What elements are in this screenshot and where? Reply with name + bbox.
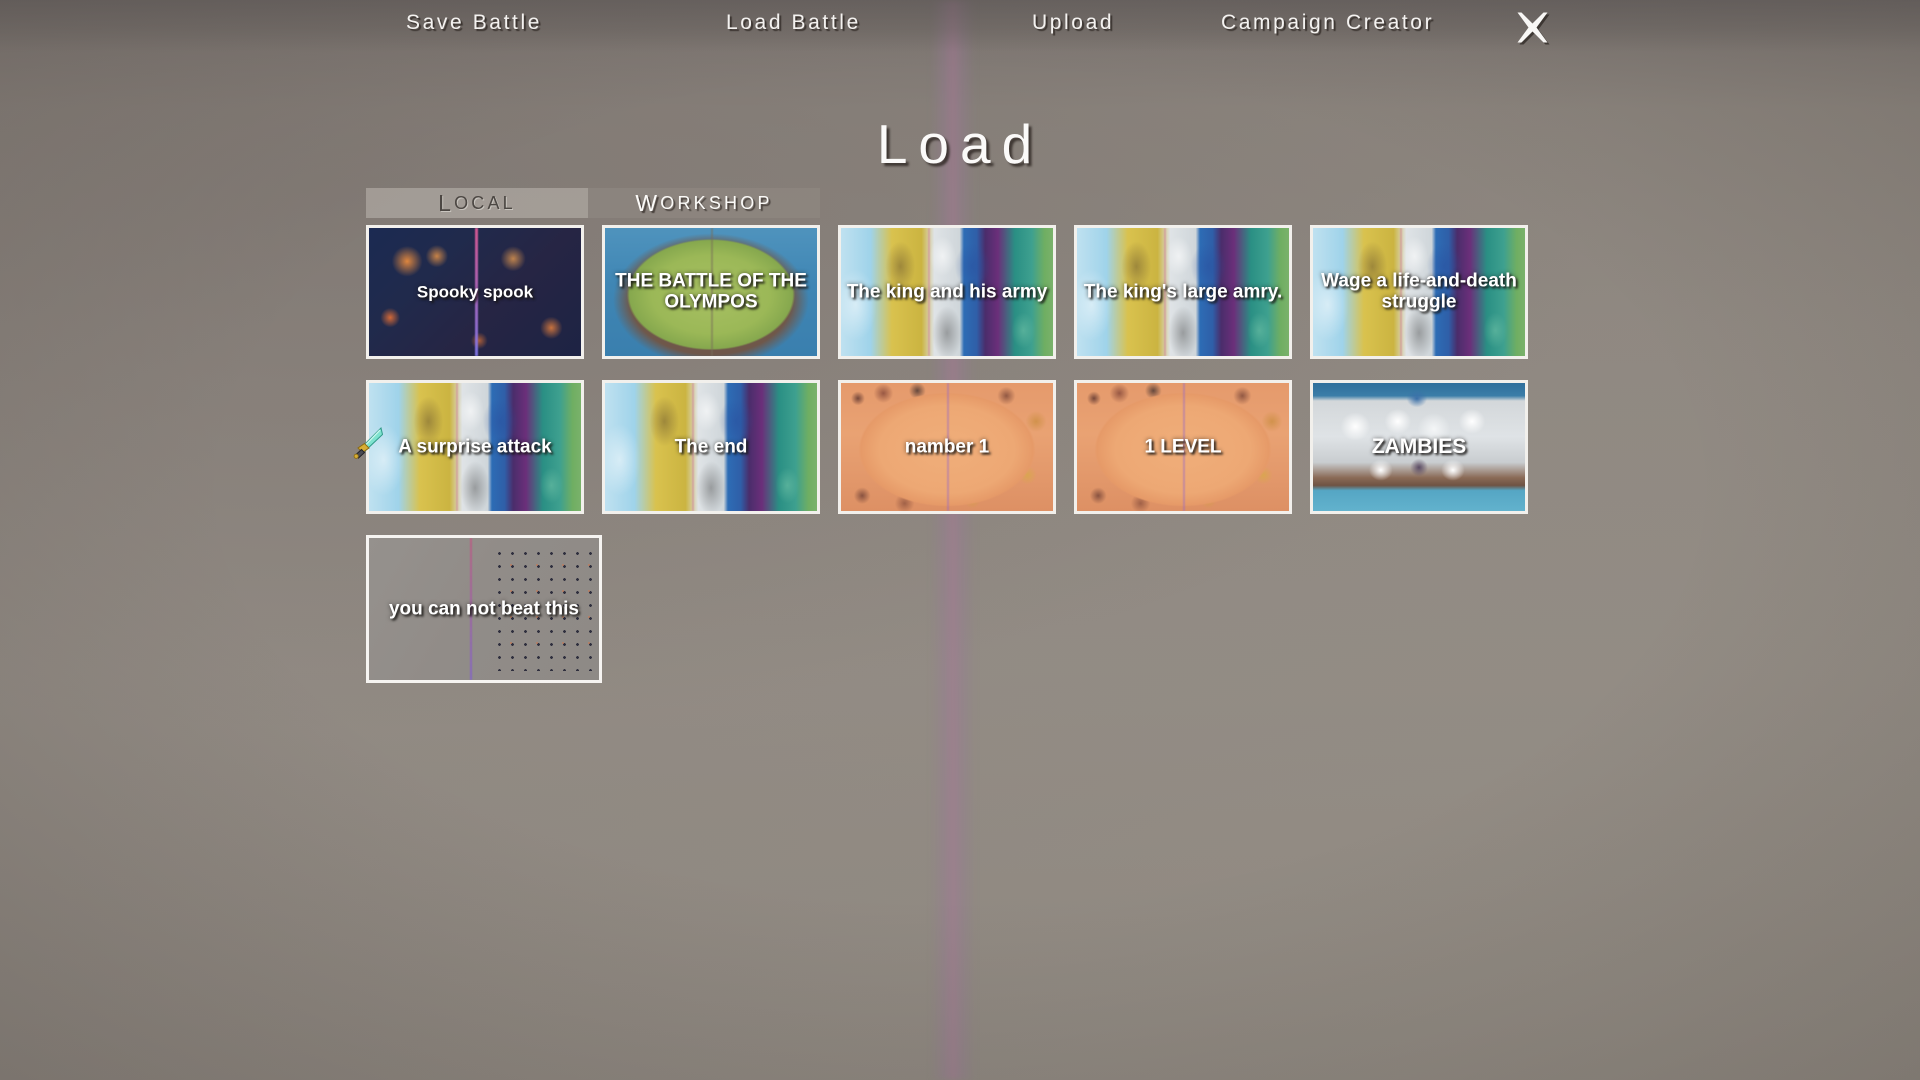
battle-card-a-surprise-attack[interactable]: A surprise attack xyxy=(366,380,584,514)
battle-grid-row: Spooky spook THE BATTLE OF THE OLYMPOS T… xyxy=(366,225,1576,359)
battle-card-label: The king and his army xyxy=(846,281,1048,303)
topnav: Save Battle Load Battle Upload Campaign … xyxy=(0,0,1920,52)
battle-card-the-end[interactable]: The end xyxy=(602,380,820,514)
battle-card-label: THE BATTLE OF THE OLYMPOS xyxy=(615,270,807,313)
battle-card-label: you can not beat this xyxy=(388,598,580,620)
battle-card-wage-life-and-death-struggle[interactable]: Wage a life-and-death struggle xyxy=(1310,225,1528,359)
tab-local[interactable]: L OCAL xyxy=(366,188,588,218)
battle-card-label: The king's large amry. xyxy=(1083,281,1283,303)
battle-card-label: The end xyxy=(674,436,748,458)
nav-item-upload[interactable]: Upload xyxy=(1032,11,1114,35)
battle-card-namber-1[interactable]: namber 1 xyxy=(838,380,1056,514)
tab-bar: L OCAL W ORKSHOP xyxy=(366,188,820,218)
battle-card-1-level[interactable]: 1 LEVEL xyxy=(1074,380,1292,514)
battle-grid: Spooky spook THE BATTLE OF THE OLYMPOS T… xyxy=(366,225,1576,683)
tab-local-label: OCAL xyxy=(454,192,516,213)
battle-grid-row: A surprise attack The end namber 1 1 LEV… xyxy=(366,380,1576,514)
battle-card-label: A surprise attack xyxy=(398,436,552,458)
battle-card-label: namber 1 xyxy=(904,436,990,458)
nav-item-load-battle[interactable]: Load Battle xyxy=(726,11,861,35)
battle-card-you-can-not-beat-this[interactable]: you can not beat this xyxy=(366,535,602,683)
tab-local-cap: L xyxy=(438,189,455,216)
battle-card-battle-of-olympos[interactable]: THE BATTLE OF THE OLYMPOS xyxy=(602,225,820,359)
page-title: Load xyxy=(876,113,1044,175)
tab-workshop[interactable]: W ORKSHOP xyxy=(588,188,820,218)
battle-card-label: 1 LEVEL xyxy=(1144,436,1222,458)
battle-card-label: Spooky spook xyxy=(416,282,534,302)
battle-card-king-and-his-army[interactable]: The king and his army xyxy=(838,225,1056,359)
battle-card-zambies[interactable]: ZAMBIES xyxy=(1310,380,1528,514)
battle-card-label: ZAMBIES xyxy=(1371,435,1467,459)
battle-card-label: Wage a life-and-death struggle xyxy=(1321,270,1517,313)
close-icon xyxy=(1517,12,1550,45)
tab-workshop-label: ORKSHOP xyxy=(660,192,773,213)
battle-card-spooky-spook[interactable]: Spooky spook xyxy=(366,225,584,359)
battle-card-kings-large-amry[interactable]: The king's large amry. xyxy=(1074,225,1292,359)
tab-workshop-cap: W xyxy=(635,189,661,216)
nav-item-save-battle[interactable]: Save Battle xyxy=(406,11,542,35)
close-button[interactable] xyxy=(1510,6,1550,46)
nav-item-campaign-creator[interactable]: Campaign Creator xyxy=(1221,11,1434,35)
battle-grid-row: you can not beat this xyxy=(366,535,1576,683)
